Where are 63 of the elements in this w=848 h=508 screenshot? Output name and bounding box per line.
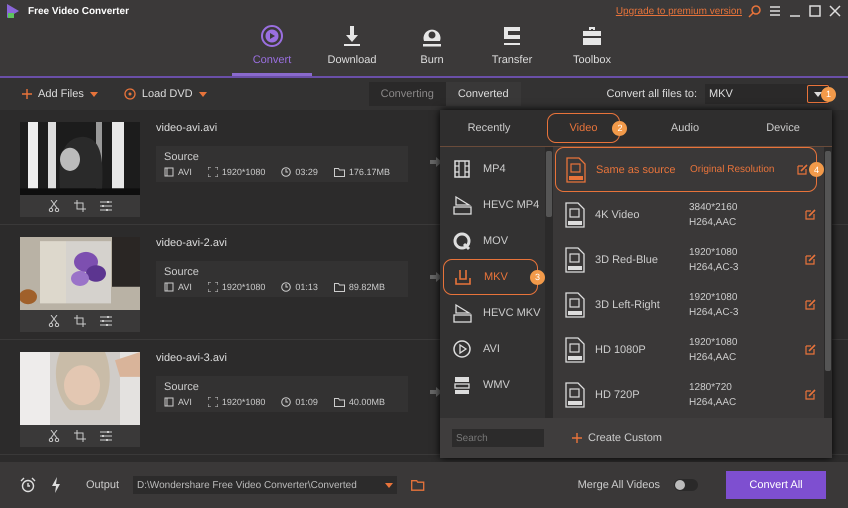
nav-tab[interactable]: Transfer: [472, 22, 552, 76]
format-item[interactable]: AVI: [443, 331, 545, 367]
preset-name: 3D Red-Blue: [595, 254, 659, 266]
convert-all-label: Convert all files to:: [606, 88, 697, 100]
load-dvd-button[interactable]: Load DVD: [124, 88, 207, 100]
preset-name: HD 720P: [595, 388, 641, 400]
size-text: 40.00MB: [348, 397, 385, 407]
nav-tab[interactable]: Toolbox: [552, 22, 632, 76]
duration-text: 01:09: [295, 397, 318, 407]
format-text: AVI: [178, 397, 192, 407]
output-path-field[interactable]: D:\Wondershare Free Video Converter\Converted: [133, 476, 398, 494]
window-title: Free Video Converter: [28, 6, 129, 16]
format-tab[interactable]: Audio: [648, 114, 722, 142]
resolution-text: 1920*1080: [222, 167, 266, 177]
convert-all-button[interactable]: Convert All: [726, 471, 826, 499]
preset-details: Original Resolution: [690, 163, 776, 177]
nav-tab[interactable]: Download: [312, 22, 392, 76]
duration-text: 01:13: [295, 282, 318, 292]
resolution-text: 1920*1080: [222, 397, 266, 407]
preset-name: Same as source: [596, 164, 676, 176]
duration-text: 03:29: [295, 167, 318, 177]
preset-details: 1280*720 H264,AAC: [689, 380, 738, 410]
output-label: Output: [86, 479, 120, 491]
preset-item[interactable]: 3D Red-Blue 1920*1080 H264,AC-3: [555, 237, 824, 282]
create-custom-button[interactable]: Create Custom: [572, 432, 662, 444]
preset-item[interactable]: HD 720P 1280*720 H264,AAC: [555, 372, 824, 417]
preset-item[interactable]: 3D Left-Right 1920*1080 H264,AC-3: [555, 282, 824, 327]
add-files-button[interactable]: Add Files: [22, 88, 98, 100]
callout-badge: 4: [809, 162, 824, 177]
file-name: video-avi.avi: [156, 122, 218, 134]
file-name: video-avi-3.avi: [156, 352, 228, 364]
format-text: AVI: [178, 167, 192, 177]
resolution-text: 1920*1080: [222, 282, 266, 292]
preset-name: HD 1080P: [595, 344, 647, 356]
preset-details: 1920*1080 H264,AC-3: [689, 246, 740, 274]
source-label: Source: [164, 151, 200, 163]
callout-badge: 2: [612, 120, 628, 136]
search-field[interactable]: Search: [452, 429, 544, 447]
upgrade-link[interactable]: Upgrade to premium version: [616, 6, 742, 16]
size-text: 89.82MB: [348, 282, 385, 292]
callout-badge: 3: [530, 270, 545, 284]
preset-details: 1920*1080 H264,AAC: [689, 336, 738, 364]
size-text: 176.17MB: [348, 167, 390, 177]
format-text: AVI: [178, 282, 192, 292]
preset-item[interactable]: HD 1080P 1920*1080 H264,AAC: [555, 327, 824, 372]
source-label: Source: [164, 266, 200, 278]
format-item[interactable]: HEVC MKV: [443, 295, 545, 331]
segment-tab[interactable]: Converted: [446, 82, 521, 106]
preset-name: 3D Left-Right: [595, 298, 661, 310]
format-item[interactable]: WMV: [443, 367, 545, 403]
source-label: Source: [164, 381, 200, 393]
format-tab[interactable]: Device: [744, 114, 822, 142]
file-name: video-avi-2.avi: [156, 237, 228, 249]
nav-tab[interactable]: Burn: [392, 22, 472, 76]
preset-name: 4K Video: [595, 208, 640, 220]
format-tab[interactable]: Recently: [446, 114, 532, 142]
format-item[interactable]: HEVC MP4: [443, 187, 545, 223]
format-item[interactable]: MOV: [443, 223, 545, 259]
preset-details: 3840*2160 H264,AAC: [689, 200, 738, 230]
preset-item[interactable]: 4K Video 3840*2160 H264,AAC: [555, 192, 824, 237]
merge-label: Merge All Videos: [578, 479, 660, 491]
format-item[interactable]: MP4: [443, 151, 545, 187]
preset-details: 1920*1080 H264,AC-3: [689, 290, 740, 320]
